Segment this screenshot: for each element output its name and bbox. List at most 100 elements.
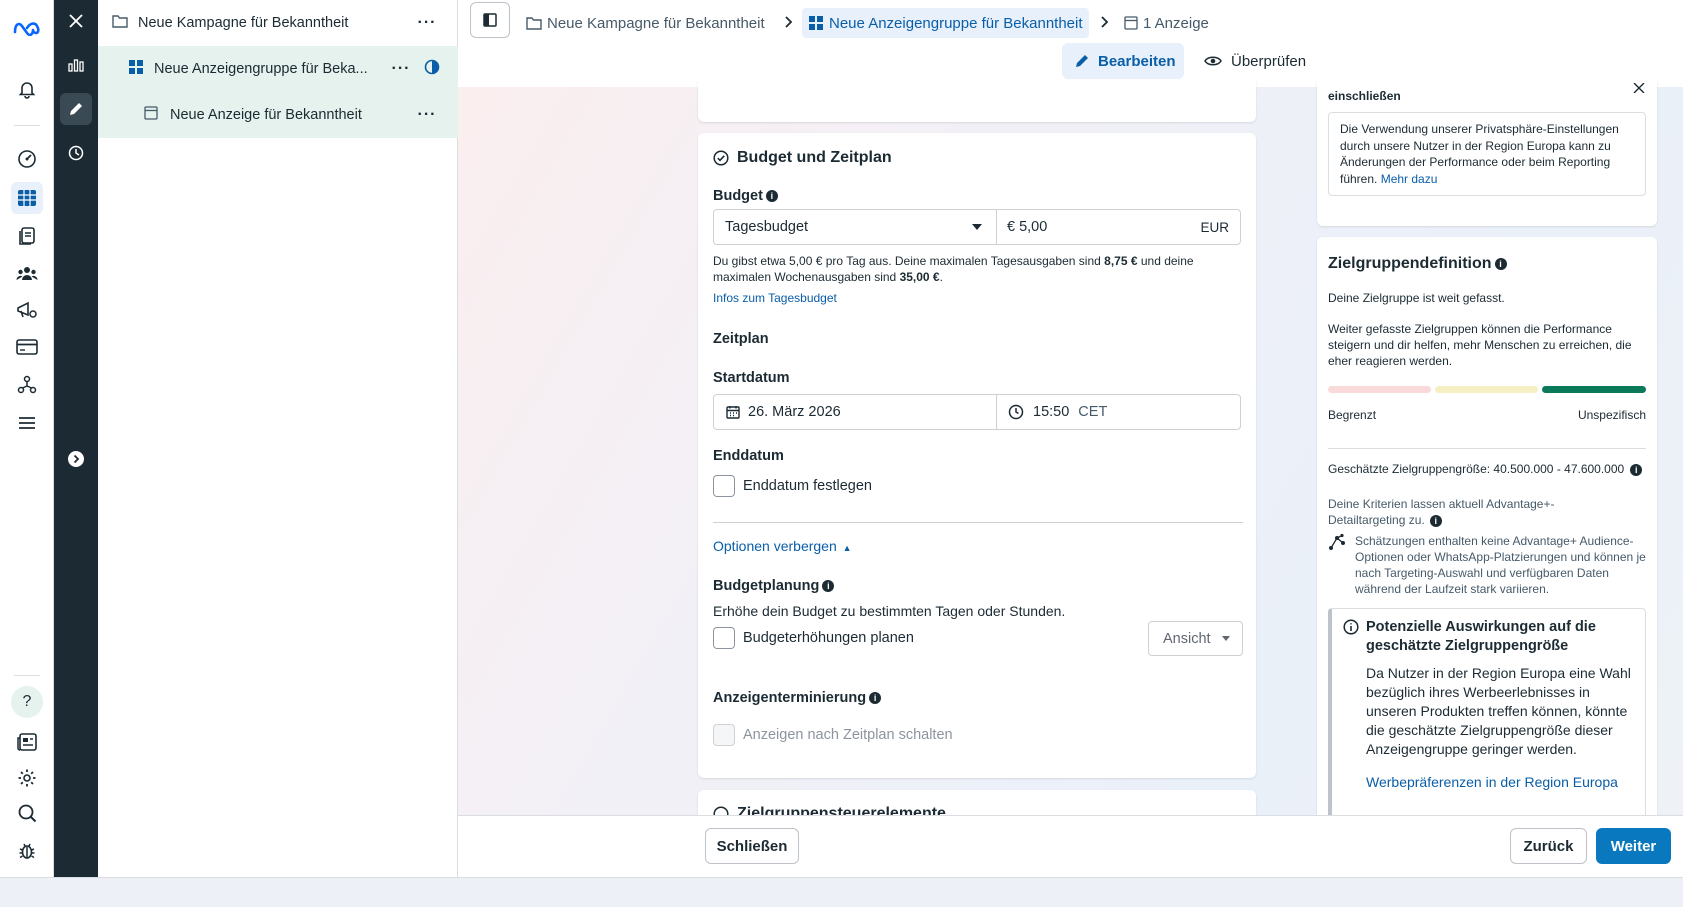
info-icon[interactable]: i: [1630, 463, 1643, 476]
breadcrumb-campaign[interactable]: Neue Kampagne für Bekanntheit: [526, 8, 765, 38]
next-button[interactable]: Weiter: [1596, 828, 1671, 864]
edit-button[interactable]: Bearbeiten: [1062, 43, 1184, 79]
tree-item-adset[interactable]: Neue Anzeigengruppe für Beka... ···: [98, 46, 458, 92]
search-icon[interactable]: [11, 797, 43, 829]
history-clock-icon[interactable]: [60, 137, 92, 169]
ads-manager-table-icon[interactable]: [11, 182, 43, 214]
budget-desc-max-week: 35,00 €: [899, 270, 940, 284]
calendar-icon: [726, 406, 740, 419]
main-editor: Neue Kampagne für Bekanntheit Neue Anzei…: [458, 0, 1683, 877]
tree-ad-label: Neue Anzeige für Bekanntheit: [170, 107, 362, 123]
audience-controls-card: Zielgruppensteuerelemente: [698, 790, 1256, 816]
previous-section-card: [698, 80, 1256, 122]
close-button[interactable]: Schließen: [705, 828, 799, 864]
bug-report-icon[interactable]: [11, 834, 43, 866]
pages-icon[interactable]: [11, 220, 43, 252]
budget-amount-input[interactable]: € 5,00 EUR: [996, 209, 1241, 245]
caret-down-icon: [972, 224, 982, 230]
hide-options-link[interactable]: Optionen verbergen ▲: [713, 538, 852, 554]
view-select[interactable]: Ansicht: [1148, 621, 1243, 656]
audience-definition-title: Zielgruppendefinition: [1328, 255, 1492, 272]
end-date-checkbox-label[interactable]: Enddatum festlegen: [743, 478, 872, 494]
divider: [1328, 448, 1646, 449]
end-date-checkbox[interactable]: [713, 475, 735, 497]
ad-schedule-checkbox-label[interactable]: Anzeigen nach Zeitplan schalten: [743, 727, 953, 743]
audience-definition-heading: Zielgruppendefinition i: [1328, 255, 1507, 273]
budget-planning-label: Budgetplanung: [713, 578, 820, 594]
tree-adset-label: Neue Anzeigengruppe für Beka...: [154, 61, 368, 77]
chevron-right-icon: [784, 15, 794, 32]
budget-section-title: Budget und Zeitplan: [737, 149, 892, 166]
tree-item-campaign[interactable]: Neue Kampagne für Bekanntheit ···: [98, 0, 458, 46]
ad-preferences-link[interactable]: Werbepräferenzen in der Region Europa: [1366, 774, 1618, 790]
close-editor-icon[interactable]: [60, 5, 92, 37]
window-footer: [0, 877, 1683, 907]
breadcrumb-adset[interactable]: Neue Anzeigengruppe für Bekanntheit: [802, 8, 1089, 38]
start-date-value: 26. März 2026: [748, 404, 841, 420]
audience-size-row: Geschätzte Zielgruppengröße: 40.500.000 …: [1328, 461, 1643, 477]
billing-card-icon[interactable]: [11, 331, 43, 363]
expand-panel-icon[interactable]: [60, 443, 92, 475]
campaign-settings-icon[interactable]: [11, 294, 43, 326]
budget-label-text: Budget: [713, 188, 763, 204]
settings-gear-icon[interactable]: [11, 762, 43, 794]
dashboard-icon[interactable]: [11, 143, 43, 175]
ad-more-icon[interactable]: ···: [414, 106, 440, 124]
info-icon[interactable]: i: [765, 190, 778, 203]
meter-segment-mid: [1435, 386, 1538, 393]
half-circle-status-icon: [424, 59, 444, 79]
back-button-label: Zurück: [1523, 837, 1574, 855]
daily-budget-info-link[interactable]: Infos zum Tagesbudget: [713, 290, 837, 306]
events-manager-icon[interactable]: [11, 369, 43, 401]
budget-label: Budget i: [713, 187, 778, 204]
editor-nav-column: [54, 0, 98, 877]
start-date-label: Startdatum: [713, 370, 790, 386]
adset-more-icon[interactable]: ···: [388, 60, 414, 78]
budget-planning-description: Erhöhe dein Budget zu bestimmten Tagen o…: [713, 603, 1066, 619]
budget-increase-checkbox[interactable]: [713, 627, 735, 649]
help-icon[interactable]: ?: [11, 686, 43, 718]
tree-item-ad[interactable]: Neue Anzeige für Bekanntheit ···: [98, 92, 458, 138]
editor-bottom-bar: Schließen Zurück Weiter: [458, 815, 1683, 877]
audience-breadth-meter: [1328, 386, 1646, 394]
schedule-label: Zeitplan: [713, 331, 769, 347]
review-button[interactable]: Überprüfen: [1200, 43, 1312, 79]
budget-schedule-card: Budget und Zeitplan Budget i Tagesbudget …: [698, 133, 1256, 778]
back-button[interactable]: Zurück: [1510, 828, 1587, 864]
info-icon[interactable]: i: [1429, 514, 1442, 527]
menu-icon[interactable]: [11, 407, 43, 439]
campaign-tree-panel: Neue Kampagne für Bekanntheit ··· Neue A…: [98, 0, 458, 877]
info-icon[interactable]: i: [822, 580, 835, 593]
start-date-input[interactable]: 26. März 2026: [713, 394, 997, 430]
ad-schedule-checkbox[interactable]: [713, 724, 735, 746]
ad-page-icon: [1124, 16, 1138, 30]
campaign-more-icon[interactable]: ···: [414, 14, 440, 32]
start-time-input[interactable]: 15:50 CET: [996, 394, 1241, 430]
privacy-card-body: Die Verwendung unserer Privatsphäre-Eins…: [1328, 112, 1646, 196]
budget-increase-checkbox-label[interactable]: Budgeterhöhungen planen: [743, 630, 914, 646]
currency-label: EUR: [1200, 219, 1229, 235]
meta-logo-icon[interactable]: [11, 12, 43, 44]
edit-pencil-icon[interactable]: [60, 93, 92, 125]
eye-icon: [1204, 56, 1222, 66]
divider: [713, 522, 1243, 523]
budget-type-select[interactable]: Tagesbudget: [713, 209, 997, 245]
info-icon[interactable]: i: [869, 692, 882, 705]
info-icon[interactable]: i: [1494, 258, 1507, 271]
criteria-row: Deine Kriterien lassen aktuell Advantage…: [1328, 496, 1628, 528]
chart-icon[interactable]: [60, 49, 92, 81]
breadcrumb-ads[interactable]: 1 Anzeige: [1124, 8, 1209, 38]
close-button-label: Schließen: [716, 837, 788, 855]
editor-top-bar: Neue Kampagne für Bekanntheit Neue Anzei…: [458, 0, 1683, 87]
bell-icon[interactable]: [11, 73, 43, 105]
budget-planning-heading: Budgetplanung i: [713, 577, 835, 594]
audiences-icon[interactable]: [11, 257, 43, 289]
learn-more-link[interactable]: Mehr dazu: [1381, 172, 1438, 186]
meter-right-label: Unspezifisch: [1577, 408, 1646, 422]
toggle-panel-button[interactable]: [470, 2, 510, 38]
review-button-label: Überprüfen: [1231, 52, 1307, 70]
privacy-info-card: einschließen Die Verwendung unserer Priv…: [1317, 80, 1657, 226]
edit-button-label: Bearbeiten: [1098, 52, 1176, 70]
close-icon[interactable]: [1633, 80, 1645, 96]
news-icon[interactable]: [11, 726, 43, 758]
